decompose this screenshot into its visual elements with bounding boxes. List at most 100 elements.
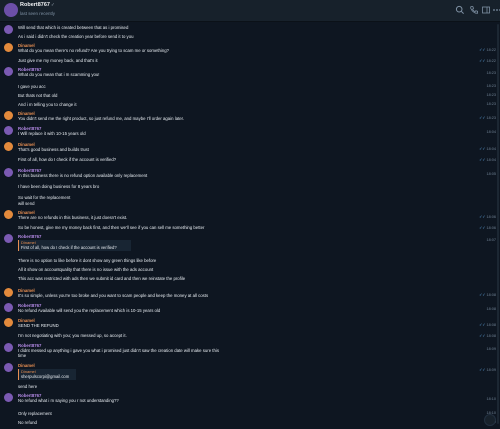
time-value: 18:23 bbox=[486, 93, 496, 97]
time-value: 18:08 bbox=[486, 334, 496, 338]
avatar[interactable] bbox=[4, 25, 13, 34]
message-time: 18:23 bbox=[486, 84, 496, 88]
message-text: time bbox=[18, 353, 27, 358]
sender-name[interactable]: Robert8767 bbox=[18, 234, 41, 239]
message-text: As i said i didn't check the creation ye… bbox=[18, 34, 134, 39]
read-check-icon: ✓✓ bbox=[479, 59, 486, 63]
message-text: But thats not that old bbox=[18, 93, 58, 98]
last-seen-status: last seen recently bbox=[20, 11, 56, 16]
time-value: 18:23 bbox=[486, 116, 496, 120]
read-check-icon: ✓✓ bbox=[479, 323, 486, 327]
scrollbar[interactable] bbox=[497, 24, 499, 424]
sidebar-icon[interactable] bbox=[481, 5, 491, 15]
chat-title[interactable]: Robert8767✓ bbox=[20, 2, 55, 8]
read-check-icon: ✓✓ bbox=[479, 334, 486, 338]
avatar[interactable] bbox=[4, 288, 13, 297]
more-icon[interactable] bbox=[492, 5, 500, 15]
message-time: ✓✓18:22 bbox=[479, 47, 496, 52]
message-text: Will send that which is created between … bbox=[18, 25, 129, 30]
time-value: 18:04 bbox=[486, 158, 496, 162]
message-text: SEND THE REFUND bbox=[18, 323, 59, 328]
message-time: ✓✓18:06 bbox=[479, 225, 496, 230]
avatar[interactable] bbox=[4, 142, 13, 151]
message-text: So wait for the replacement bbox=[18, 195, 71, 200]
message-text: First of all, how do I check if the acco… bbox=[18, 157, 117, 162]
phone-icon[interactable] bbox=[469, 5, 479, 15]
message-time: 18:04 bbox=[486, 130, 496, 134]
message-time: ✓✓18:08 bbox=[479, 292, 496, 297]
time-value: 18:23 bbox=[486, 84, 496, 88]
avatar[interactable] bbox=[4, 363, 13, 372]
message-time: ✓✓18:23 bbox=[479, 115, 496, 120]
avatar[interactable] bbox=[4, 168, 13, 177]
message-text: I Will replace it with 10-15 years old bbox=[18, 131, 86, 136]
read-check-icon: ✓✓ bbox=[479, 158, 486, 162]
message-text: I didnt messed up anything i gave you wh… bbox=[18, 348, 219, 353]
time-value: 18:06 bbox=[486, 226, 496, 230]
time-value: 18:22 bbox=[486, 48, 496, 52]
message-time: 18:05 bbox=[486, 172, 496, 176]
time-value: 18:22 bbox=[486, 59, 496, 63]
time-value: 18:09 bbox=[486, 347, 496, 351]
message-text: I have been doing business for 8 years b… bbox=[18, 184, 100, 189]
contact-name: Robert8767 bbox=[20, 2, 50, 8]
message-text: I'm not negotiating with you; you messed… bbox=[18, 333, 127, 338]
avatar[interactable] bbox=[4, 3, 18, 17]
avatar[interactable] bbox=[4, 210, 13, 219]
avatar[interactable] bbox=[4, 111, 13, 120]
message-time: ✓✓18:09 bbox=[479, 367, 496, 372]
search-icon[interactable] bbox=[455, 5, 465, 15]
message-time: 18:23 bbox=[486, 102, 496, 106]
verified-icon: ✓ bbox=[50, 2, 55, 7]
message-time: ✓✓18:08 bbox=[479, 333, 496, 338]
quote-text: First of all, how do I check if the acco… bbox=[21, 245, 117, 250]
reply-quote[interactable]: Dinamel First of all, how do I check if t… bbox=[18, 240, 131, 251]
message-text: There is no option to like before it don… bbox=[18, 258, 157, 263]
message-time: 18:23 bbox=[486, 93, 496, 97]
sender-name[interactable]: Dinamel bbox=[18, 363, 35, 368]
avatar[interactable] bbox=[4, 303, 13, 312]
avatar[interactable] bbox=[4, 234, 13, 243]
message-text: What do you mean there's no refund? Are … bbox=[18, 48, 170, 53]
reply-quote[interactable]: Dinamel sherpulscorpi@gmail.com bbox=[18, 369, 76, 380]
time-value: 18:08 bbox=[486, 307, 496, 311]
avatar[interactable] bbox=[4, 343, 13, 352]
message-time: 18:23 bbox=[486, 71, 496, 75]
time-value: 18:10 bbox=[486, 397, 496, 401]
time-value: 18:04 bbox=[486, 130, 496, 134]
time-value: 18:08 bbox=[486, 293, 496, 297]
time-value: 18:05 bbox=[486, 172, 496, 176]
avatar[interactable] bbox=[4, 393, 13, 402]
time-value: 18:07 bbox=[486, 238, 496, 242]
message-time: ✓✓18:04 bbox=[479, 157, 496, 162]
time-value: 18:23 bbox=[486, 71, 496, 75]
time-value: 18:06 bbox=[486, 215, 496, 219]
time-value: 18:09 bbox=[486, 368, 496, 372]
message-text: This acc was restricted with ads then we… bbox=[18, 276, 186, 281]
message-text: You didn't send me the right product, so… bbox=[18, 116, 185, 121]
avatar[interactable] bbox=[4, 318, 13, 327]
message-time: 18:07 bbox=[486, 238, 496, 242]
avatar[interactable] bbox=[4, 67, 13, 76]
scroll-down-button[interactable] bbox=[484, 414, 496, 426]
message-text: That's good business and builds trust bbox=[18, 147, 89, 152]
message-text: No refund what i m saying you r not unde… bbox=[18, 398, 119, 403]
message-text: send here bbox=[18, 384, 38, 389]
read-check-icon: ✓✓ bbox=[479, 368, 486, 372]
message-time: 18:08 bbox=[486, 307, 496, 311]
time-value: 18:08 bbox=[486, 323, 496, 327]
message-time: ✓✓18:06 bbox=[479, 214, 496, 219]
message-text: No refund Available will send you the re… bbox=[18, 308, 161, 313]
avatar[interactable] bbox=[4, 43, 13, 52]
message-time: ✓✓18:08 bbox=[479, 322, 496, 327]
read-check-icon: ✓✓ bbox=[479, 226, 486, 230]
message-text: What do you mean that i m scamming you! bbox=[18, 72, 100, 77]
message-time: 18:10 bbox=[486, 397, 496, 401]
avatar[interactable] bbox=[4, 126, 13, 135]
message-list[interactable]: Will send that which is created between … bbox=[0, 22, 500, 429]
read-check-icon: ✓✓ bbox=[479, 215, 486, 219]
read-check-icon: ✓✓ bbox=[479, 48, 486, 52]
message-time: ✓✓18:22 bbox=[479, 58, 496, 63]
message-time: 18:09 bbox=[486, 347, 496, 351]
message-text: And i m telling you to change it bbox=[18, 102, 77, 107]
